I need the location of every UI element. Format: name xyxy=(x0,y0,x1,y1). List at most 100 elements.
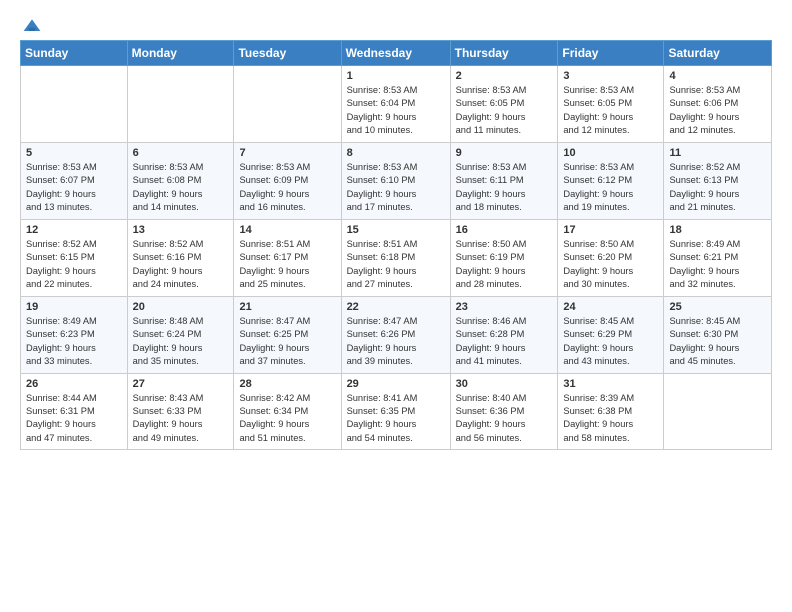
calendar-day-header: Sunday xyxy=(21,41,128,66)
day-number: 11 xyxy=(669,147,766,159)
header xyxy=(20,16,772,34)
day-info: Sunrise: 8:52 AM Sunset: 6:13 PM Dayligh… xyxy=(669,161,766,215)
day-number: 1 xyxy=(347,70,445,82)
day-info: Sunrise: 8:53 AM Sunset: 6:05 PM Dayligh… xyxy=(563,84,658,138)
calendar-day-header: Monday xyxy=(127,41,234,66)
day-info: Sunrise: 8:50 AM Sunset: 6:19 PM Dayligh… xyxy=(456,238,553,292)
day-info: Sunrise: 8:43 AM Sunset: 6:33 PM Dayligh… xyxy=(133,392,229,446)
day-number: 26 xyxy=(26,378,122,390)
logo-text xyxy=(20,16,42,38)
calendar-cell: 30 Sunrise: 8:40 AM Sunset: 6:36 PM Dayli… xyxy=(450,373,558,450)
day-info: Sunrise: 8:44 AM Sunset: 6:31 PM Dayligh… xyxy=(26,392,122,446)
day-info: Sunrise: 8:53 AM Sunset: 6:06 PM Dayligh… xyxy=(669,84,766,138)
day-number: 24 xyxy=(563,301,658,313)
calendar-cell: 1Sunrise: 8:53 AM Sunset: 6:04 PM Daylig… xyxy=(341,66,450,143)
day-number: 31 xyxy=(563,378,658,390)
day-number: 3 xyxy=(563,70,658,82)
day-number: 14 xyxy=(239,224,335,236)
calendar-cell xyxy=(664,373,772,450)
calendar-cell: 29 Sunrise: 8:41 AM Sunset: 6:35 PM Dayli… xyxy=(341,373,450,450)
day-info: Sunrise: 8:46 AM Sunset: 6:28 PM Dayligh… xyxy=(456,315,553,369)
calendar-cell: 14 Sunrise: 8:51 AM Sunset: 6:17 PM Dayli… xyxy=(234,219,341,296)
calendar-cell xyxy=(21,66,128,143)
calendar: SundayMondayTuesdayWednesdayThursdayFrid… xyxy=(20,40,772,450)
day-number: 12 xyxy=(26,224,122,236)
day-info: Sunrise: 8:49 AM Sunset: 6:23 PM Dayligh… xyxy=(26,315,122,369)
calendar-cell: 18Sunrise: 8:49 AM Sunset: 6:21 PM Dayli… xyxy=(664,219,772,296)
day-number: 23 xyxy=(456,301,553,313)
day-info: Sunrise: 8:53 AM Sunset: 6:10 PM Dayligh… xyxy=(347,161,445,215)
calendar-cell: 24 Sunrise: 8:45 AM Sunset: 6:29 PM Dayli… xyxy=(558,296,664,373)
calendar-day-header: Wednesday xyxy=(341,41,450,66)
day-number: 29 xyxy=(347,378,445,390)
calendar-week-row: 12Sunrise: 8:52 AM Sunset: 6:15 PM Dayli… xyxy=(21,219,772,296)
calendar-cell: 13 Sunrise: 8:52 AM Sunset: 6:16 PM Dayli… xyxy=(127,219,234,296)
calendar-cell: 7 Sunrise: 8:53 AM Sunset: 6:09 PM Daylig… xyxy=(234,142,341,219)
day-info: Sunrise: 8:53 AM Sunset: 6:05 PM Dayligh… xyxy=(456,84,553,138)
calendar-header-row: SundayMondayTuesdayWednesdayThursdayFrid… xyxy=(21,41,772,66)
calendar-cell: 3 Sunrise: 8:53 AM Sunset: 6:05 PM Daylig… xyxy=(558,66,664,143)
day-info: Sunrise: 8:53 AM Sunset: 6:08 PM Dayligh… xyxy=(133,161,229,215)
day-number: 16 xyxy=(456,224,553,236)
day-info: Sunrise: 8:40 AM Sunset: 6:36 PM Dayligh… xyxy=(456,392,553,446)
calendar-cell: 4Sunrise: 8:53 AM Sunset: 6:06 PM Daylig… xyxy=(664,66,772,143)
day-number: 7 xyxy=(239,147,335,159)
day-info: Sunrise: 8:53 AM Sunset: 6:07 PM Dayligh… xyxy=(26,161,122,215)
day-number: 20 xyxy=(133,301,229,313)
calendar-cell: 11 Sunrise: 8:52 AM Sunset: 6:13 PM Dayli… xyxy=(664,142,772,219)
day-number: 17 xyxy=(563,224,658,236)
day-number: 18 xyxy=(669,224,766,236)
calendar-cell: 8 Sunrise: 8:53 AM Sunset: 6:10 PM Daylig… xyxy=(341,142,450,219)
calendar-cell: 19Sunrise: 8:49 AM Sunset: 6:23 PM Dayli… xyxy=(21,296,128,373)
day-number: 9 xyxy=(456,147,553,159)
day-number: 30 xyxy=(456,378,553,390)
calendar-cell xyxy=(234,66,341,143)
calendar-cell: 16 Sunrise: 8:50 AM Sunset: 6:19 PM Dayli… xyxy=(450,219,558,296)
calendar-cell: 27 Sunrise: 8:43 AM Sunset: 6:33 PM Dayli… xyxy=(127,373,234,450)
day-info: Sunrise: 8:45 AM Sunset: 6:29 PM Dayligh… xyxy=(563,315,658,369)
day-info: Sunrise: 8:47 AM Sunset: 6:26 PM Dayligh… xyxy=(347,315,445,369)
calendar-day-header: Friday xyxy=(558,41,664,66)
calendar-cell: 21 Sunrise: 8:47 AM Sunset: 6:25 PM Dayli… xyxy=(234,296,341,373)
calendar-cell: 2 Sunrise: 8:53 AM Sunset: 6:05 PM Daylig… xyxy=(450,66,558,143)
day-info: Sunrise: 8:51 AM Sunset: 6:18 PM Dayligh… xyxy=(347,238,445,292)
day-number: 8 xyxy=(347,147,445,159)
day-number: 27 xyxy=(133,378,229,390)
calendar-cell: 20Sunrise: 8:48 AM Sunset: 6:24 PM Dayli… xyxy=(127,296,234,373)
calendar-cell: 25 Sunrise: 8:45 AM Sunset: 6:30 PM Dayli… xyxy=(664,296,772,373)
day-number: 6 xyxy=(133,147,229,159)
calendar-week-row: 19Sunrise: 8:49 AM Sunset: 6:23 PM Dayli… xyxy=(21,296,772,373)
calendar-day-header: Saturday xyxy=(664,41,772,66)
day-info: Sunrise: 8:42 AM Sunset: 6:34 PM Dayligh… xyxy=(239,392,335,446)
logo-icon xyxy=(22,16,42,36)
day-number: 5 xyxy=(26,147,122,159)
day-number: 21 xyxy=(239,301,335,313)
day-info: Sunrise: 8:41 AM Sunset: 6:35 PM Dayligh… xyxy=(347,392,445,446)
logo xyxy=(20,16,42,34)
calendar-cell xyxy=(127,66,234,143)
day-info: Sunrise: 8:53 AM Sunset: 6:09 PM Dayligh… xyxy=(239,161,335,215)
day-info: Sunrise: 8:51 AM Sunset: 6:17 PM Dayligh… xyxy=(239,238,335,292)
calendar-cell: 23 Sunrise: 8:46 AM Sunset: 6:28 PM Dayli… xyxy=(450,296,558,373)
day-info: Sunrise: 8:47 AM Sunset: 6:25 PM Dayligh… xyxy=(239,315,335,369)
calendar-cell: 31 Sunrise: 8:39 AM Sunset: 6:38 PM Dayli… xyxy=(558,373,664,450)
day-info: Sunrise: 8:53 AM Sunset: 6:11 PM Dayligh… xyxy=(456,161,553,215)
calendar-week-row: 26 Sunrise: 8:44 AM Sunset: 6:31 PM Dayli… xyxy=(21,373,772,450)
calendar-week-row: 5 Sunrise: 8:53 AM Sunset: 6:07 PM Daylig… xyxy=(21,142,772,219)
day-number: 15 xyxy=(347,224,445,236)
page: SundayMondayTuesdayWednesdayThursdayFrid… xyxy=(0,0,792,466)
day-number: 10 xyxy=(563,147,658,159)
day-number: 25 xyxy=(669,301,766,313)
calendar-cell: 15 Sunrise: 8:51 AM Sunset: 6:18 PM Dayli… xyxy=(341,219,450,296)
calendar-week-row: 1Sunrise: 8:53 AM Sunset: 6:04 PM Daylig… xyxy=(21,66,772,143)
calendar-day-header: Thursday xyxy=(450,41,558,66)
day-number: 13 xyxy=(133,224,229,236)
day-info: Sunrise: 8:52 AM Sunset: 6:16 PM Dayligh… xyxy=(133,238,229,292)
calendar-cell: 10Sunrise: 8:53 AM Sunset: 6:12 PM Dayli… xyxy=(558,142,664,219)
day-info: Sunrise: 8:39 AM Sunset: 6:38 PM Dayligh… xyxy=(563,392,658,446)
day-number: 2 xyxy=(456,70,553,82)
day-number: 28 xyxy=(239,378,335,390)
day-info: Sunrise: 8:45 AM Sunset: 6:30 PM Dayligh… xyxy=(669,315,766,369)
calendar-day-header: Tuesday xyxy=(234,41,341,66)
calendar-cell: 6 Sunrise: 8:53 AM Sunset: 6:08 PM Daylig… xyxy=(127,142,234,219)
